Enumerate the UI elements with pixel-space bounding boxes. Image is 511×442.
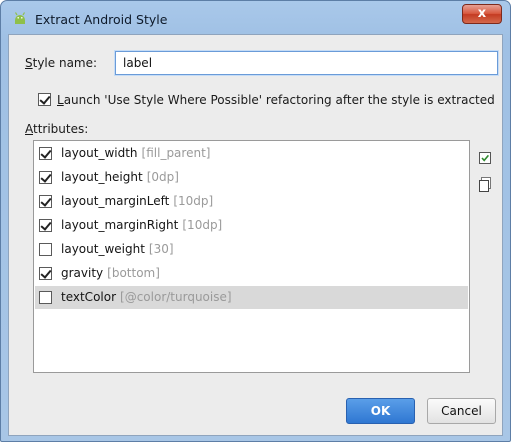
attribute-value: [10dp] <box>173 194 214 208</box>
attribute-checkbox[interactable] <box>39 291 52 304</box>
list-item-selected[interactable]: textColor [@color/turquoise] <box>35 286 468 309</box>
close-button[interactable]: x <box>462 4 502 24</box>
attribute-checkbox[interactable] <box>39 267 52 280</box>
style-name-mnemonic: S <box>25 56 33 70</box>
list-item[interactable]: layout_height [0dp] <box>35 166 468 189</box>
android-icon <box>12 11 28 25</box>
attribute-name-text: layout_marginRight <box>61 218 179 232</box>
attribute-value: [bottom] <box>107 266 160 280</box>
attribute-name: layout_marginRight [10dp] <box>61 218 222 232</box>
attribute-value: [0dp] <box>146 170 179 184</box>
refactor-option[interactable]: Launch 'Use Style Where Possible' refact… <box>38 92 495 107</box>
list-item[interactable]: layout_weight [30] <box>35 238 468 261</box>
attribute-name-text: layout_width <box>61 146 138 160</box>
attribute-checkbox[interactable] <box>39 243 52 256</box>
attribute-name: layout_width [fill_parent] <box>61 146 210 160</box>
attribute-name: layout_weight [30] <box>61 242 174 256</box>
style-name-label-text: tyle name: <box>32 56 98 70</box>
attribute-name-text: gravity <box>61 266 104 280</box>
extract-style-dialog: Extract Android Style x Style name: Laun… <box>0 0 511 442</box>
attribute-name-text: layout_marginLeft <box>61 194 170 208</box>
refactor-label-text: aunch 'Use Style Where Possible' refacto… <box>63 92 495 107</box>
refactor-label: Launch 'Use Style Where Possible' refact… <box>57 93 495 107</box>
close-icon: x <box>477 6 487 21</box>
attributes-label-text: ttributes: <box>33 122 89 136</box>
ok-button[interactable]: OK <box>346 398 415 424</box>
attribute-name: layout_marginLeft [10dp] <box>61 194 213 208</box>
refactor-mnemonic: L <box>57 92 64 107</box>
title-bar[interactable]: Extract Android Style x <box>1 1 510 35</box>
attribute-value: [10dp] <box>182 218 223 232</box>
attribute-name: gravity [bottom] <box>61 266 160 280</box>
attribute-name: layout_height [0dp] <box>61 170 179 184</box>
attribute-name-text: layout_height <box>61 170 143 184</box>
deselect-all-icon[interactable] <box>478 177 492 192</box>
attribute-name: textColor [@color/turquoise] <box>61 290 232 304</box>
attributes-list[interactable]: layout_width [fill_parent] layout_height[… <box>33 140 470 373</box>
attributes-label: Attributes: <box>25 122 88 136</box>
list-item[interactable]: layout_marginLeft [10dp] <box>35 190 468 213</box>
select-all-icon[interactable] <box>478 151 492 165</box>
attribute-name-text: textColor <box>61 290 117 304</box>
attribute-value: [fill_parent] <box>141 146 211 160</box>
dialog-title: Extract Android Style <box>35 12 168 27</box>
attribute-checkbox[interactable] <box>39 171 52 184</box>
attribute-value: [30] <box>148 242 174 256</box>
refactor-checkbox[interactable] <box>38 93 51 106</box>
style-name-label: Style name: <box>25 56 97 70</box>
attribute-checkbox[interactable] <box>39 219 52 232</box>
attribute-value: [@color/turquoise] <box>120 290 232 304</box>
attribute-checkbox[interactable] <box>39 195 52 208</box>
cancel-button[interactable]: Cancel <box>427 398 496 424</box>
style-name-input[interactable] <box>115 51 498 75</box>
attributes-mnemonic: A <box>25 122 33 136</box>
attribute-name-text: layout_weight <box>61 242 145 256</box>
list-item[interactable]: gravity [bottom] <box>35 262 468 285</box>
list-item[interactable]: layout_marginRight [10dp] <box>35 214 468 237</box>
attribute-checkbox[interactable] <box>39 147 52 160</box>
list-item[interactable]: layout_width [fill_parent] <box>35 142 468 165</box>
